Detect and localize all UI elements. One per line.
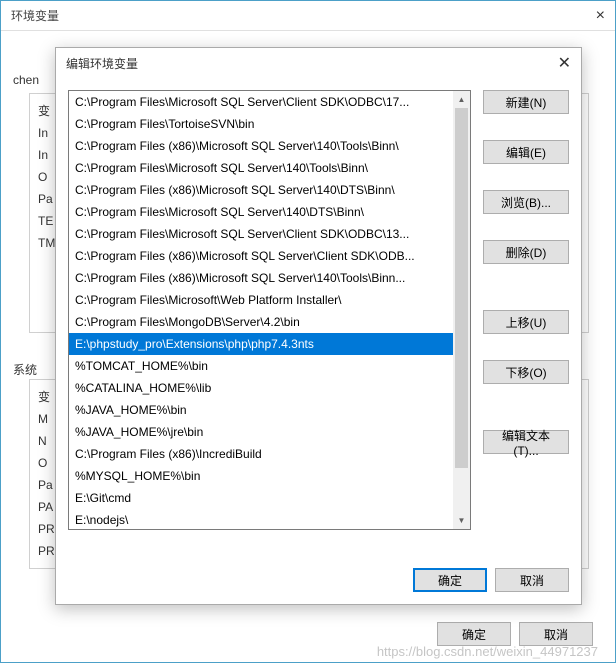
- edit-button[interactable]: 编辑(E): [483, 140, 569, 164]
- scroll-down-icon[interactable]: ▼: [453, 512, 470, 529]
- scroll-thumb[interactable]: [455, 108, 468, 468]
- list-item[interactable]: C:\Program Files\Microsoft SQL Server\14…: [69, 157, 470, 179]
- inner-body: C:\Program Files\Microsoft SQL Server\Cl…: [56, 78, 581, 604]
- inner-main: C:\Program Files\Microsoft SQL Server\Cl…: [68, 90, 569, 550]
- scroll-up-icon[interactable]: ▲: [453, 91, 470, 108]
- list-item[interactable]: E:\nodejs\: [69, 509, 470, 529]
- list-item[interactable]: C:\Program Files\Microsoft SQL Server\Cl…: [69, 91, 470, 113]
- list-item[interactable]: E:\Git\cmd: [69, 487, 470, 509]
- user-vars-label: chen: [13, 73, 39, 87]
- outer-title: 环境变量: [11, 7, 59, 24]
- system-vars-label: 系统: [13, 361, 37, 378]
- inner-title: 编辑环境变量: [66, 55, 138, 72]
- inner-ok-button[interactable]: 确定: [413, 568, 487, 592]
- outer-ok-button[interactable]: 确定: [437, 622, 511, 646]
- list-item[interactable]: C:\Program Files (x86)\Microsoft SQL Ser…: [69, 179, 470, 201]
- list-item[interactable]: %JAVA_HOME%\bin: [69, 399, 470, 421]
- inner-footer: 确定 取消: [68, 560, 569, 592]
- edittext-button[interactable]: 编辑文本(T)...: [483, 430, 569, 454]
- list-item[interactable]: %TOMCAT_HOME%\bin: [69, 355, 470, 377]
- list-item[interactable]: %MYSQL_HOME%\bin: [69, 465, 470, 487]
- watermark-text: https://blog.csdn.net/weixin_44971237: [377, 644, 598, 659]
- list-item[interactable]: E:\phpstudy_pro\Extensions\php\php7.4.3n…: [69, 333, 470, 355]
- scrollbar[interactable]: ▲ ▼: [453, 91, 470, 529]
- delete-button[interactable]: 删除(D): [483, 240, 569, 264]
- new-button[interactable]: 新建(N): [483, 90, 569, 114]
- inner-cancel-button[interactable]: 取消: [495, 568, 569, 592]
- list-item[interactable]: %CATALINA_HOME%\lib: [69, 377, 470, 399]
- close-icon[interactable]: ✕: [558, 53, 571, 73]
- list-item[interactable]: C:\Program Files (x86)\Microsoft SQL Ser…: [69, 267, 470, 289]
- inner-titlebar: 编辑环境变量 ✕: [56, 48, 581, 78]
- outer-cancel-button[interactable]: 取消: [519, 622, 593, 646]
- path-listbox[interactable]: C:\Program Files\Microsoft SQL Server\Cl…: [68, 90, 471, 530]
- list-item[interactable]: C:\Program Files (x86)\Microsoft SQL Ser…: [69, 245, 470, 267]
- list-item[interactable]: C:\Program Files\TortoiseSVN\bin: [69, 113, 470, 135]
- browse-button[interactable]: 浏览(B)...: [483, 190, 569, 214]
- outer-footer-buttons: 确定 取消: [437, 622, 593, 646]
- list-item[interactable]: C:\Program Files\Microsoft SQL Server\Cl…: [69, 223, 470, 245]
- list-item[interactable]: C:\Program Files (x86)\IncrediBuild: [69, 443, 470, 465]
- list-item[interactable]: C:\Program Files (x86)\Microsoft SQL Ser…: [69, 135, 470, 157]
- close-icon[interactable]: ×: [596, 7, 605, 25]
- moveup-button[interactable]: 上移(U): [483, 310, 569, 334]
- edit-env-var-dialog: 编辑环境变量 ✕ C:\Program Files\Microsoft SQL …: [55, 47, 582, 605]
- movedown-button[interactable]: 下移(O): [483, 360, 569, 384]
- side-buttons: 新建(N) 编辑(E) 浏览(B)... 删除(D) 上移(U) 下移(O) 编…: [483, 90, 569, 550]
- list-item[interactable]: %JAVA_HOME%\jre\bin: [69, 421, 470, 443]
- outer-titlebar: 环境变量 ×: [1, 1, 615, 31]
- list-item[interactable]: C:\Program Files\Microsoft SQL Server\14…: [69, 201, 470, 223]
- list-item[interactable]: C:\Program Files\Microsoft\Web Platform …: [69, 289, 470, 311]
- list-item[interactable]: C:\Program Files\MongoDB\Server\4.2\bin: [69, 311, 470, 333]
